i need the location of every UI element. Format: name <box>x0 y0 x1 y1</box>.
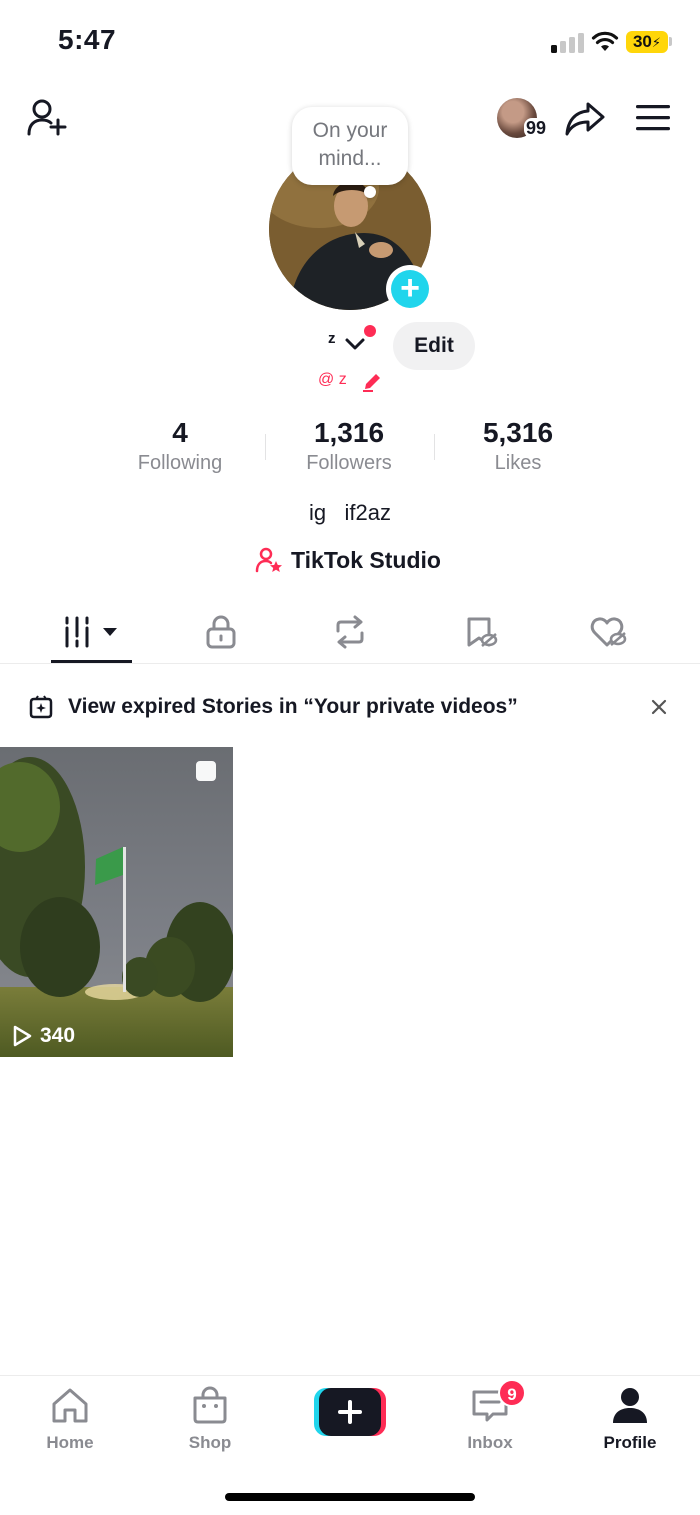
status-time: 5:47 <box>58 24 117 55</box>
nav-shop[interactable]: Shop <box>150 1386 270 1453</box>
bookmark-hidden-icon <box>467 617 497 647</box>
edit-profile-button[interactable]: Edit <box>393 322 475 370</box>
battery-tip <box>669 37 672 46</box>
active-tab-indicator <box>51 660 132 663</box>
tab-videos[interactable] <box>51 600 132 664</box>
likes-count: 5,316 <box>482 417 554 448</box>
battery-indicator: 30⚡ <box>626 31 668 53</box>
pencil-icon[interactable] <box>361 371 383 393</box>
followers-count: 1,316 <box>313 417 385 448</box>
nav-shop-label: Shop <box>188 1433 232 1452</box>
play-icon <box>13 1025 32 1047</box>
signal-icon <box>551 33 584 53</box>
create-plus-icon <box>314 1388 386 1436</box>
note-bubble[interactable]: On your mind... <box>292 107 408 185</box>
friend-count-badge: 99 <box>524 118 549 138</box>
views-count: 340 <box>40 1024 76 1047</box>
following-count: 4 <box>172 417 188 448</box>
nav-home-label: Home <box>46 1433 94 1452</box>
expired-stories-banner[interactable]: View expired Stories in “Your private vi… <box>0 680 700 734</box>
profile-icon <box>613 1388 647 1423</box>
lock-icon <box>206 615 235 649</box>
video-thumbnail-image <box>0 747 233 1057</box>
stat-likes[interactable]: 5,316 Likes <box>433 416 603 476</box>
menu-icon[interactable] <box>636 105 670 131</box>
videos-grid-icon <box>65 616 117 648</box>
chevron-down-icon[interactable] <box>344 336 366 352</box>
stat-following[interactable]: 4 Following <box>95 416 265 476</box>
home-indicator <box>225 1493 475 1501</box>
note-bubble-text: On your mind... <box>312 119 388 170</box>
banner-text: View expired Stories in “Your private vi… <box>68 695 518 718</box>
nav-profile-label: Profile <box>603 1433 657 1452</box>
inbox-badge: 9 <box>498 1379 526 1407</box>
stat-followers[interactable]: 1,316 Followers <box>264 416 434 476</box>
nav-inbox[interactable]: Inbox <box>430 1386 550 1453</box>
story-icon <box>29 695 53 719</box>
followers-label: Followers <box>306 452 392 474</box>
add-story-button[interactable]: + <box>386 265 434 313</box>
account-notification-dot <box>364 325 376 337</box>
likes-label: Likes <box>494 452 542 474</box>
tiktok-studio-link[interactable]: TikTok Studio <box>255 543 441 577</box>
studio-label: TikTok Studio <box>291 546 441 573</box>
nav-profile[interactable]: Profile <box>570 1386 690 1453</box>
create-button[interactable] <box>314 1388 386 1436</box>
following-label: Following <box>137 452 223 474</box>
nav-inbox-label: Inbox <box>467 1433 513 1452</box>
multi-photo-icon <box>196 761 216 781</box>
bubble-tail <box>364 186 376 198</box>
close-icon[interactable] <box>650 698 668 716</box>
tab-favorites[interactable] <box>440 600 521 664</box>
profile-handle: @ z <box>318 371 347 388</box>
wifi-icon <box>591 31 619 51</box>
repost-icon <box>336 615 363 649</box>
video-thumbnail[interactable] <box>0 747 233 1057</box>
tab-private[interactable] <box>180 600 261 664</box>
home-icon <box>52 1388 88 1423</box>
video-views: 340 <box>12 1024 75 1048</box>
tab-liked[interactable] <box>568 600 649 664</box>
battery-level: 30 <box>632 32 652 51</box>
content-tabs <box>0 600 700 664</box>
shopping-bag-icon <box>193 1386 227 1424</box>
studio-icon <box>255 547 282 573</box>
charging-icon: ⚡ <box>651 35 662 50</box>
nav-home[interactable]: Home <box>10 1386 130 1453</box>
add-friend-icon[interactable] <box>27 98 69 138</box>
tab-reposts[interactable] <box>309 600 390 664</box>
profile-bio: ig if2az <box>309 500 391 525</box>
username[interactable]: z <box>328 330 336 347</box>
plus-icon: + <box>391 270 429 308</box>
share-icon[interactable] <box>564 100 606 138</box>
heart-hidden-icon <box>590 617 626 647</box>
